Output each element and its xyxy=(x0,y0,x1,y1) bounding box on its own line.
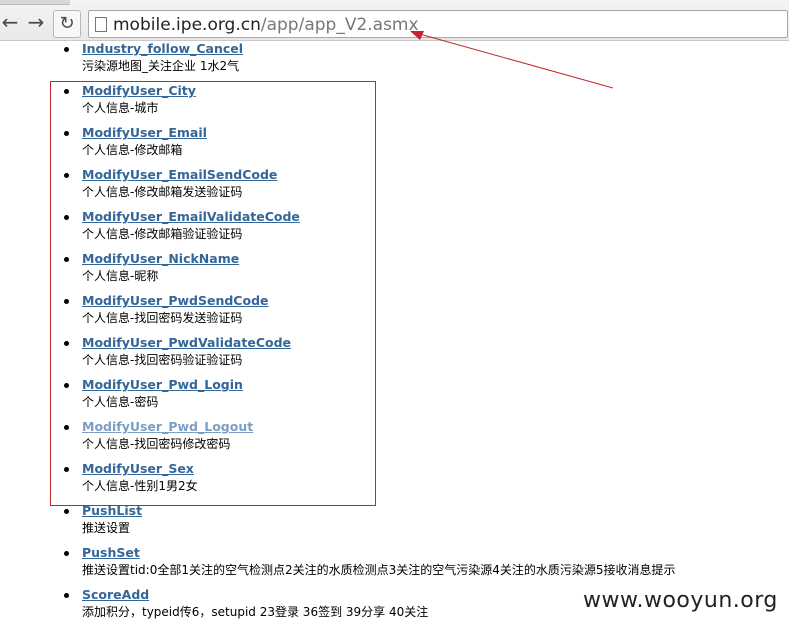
method-description: 推送设置 xyxy=(82,521,131,535)
method-list: Industry_follow_Cancel 污染源地图_关注企业 1水2气 M… xyxy=(0,41,789,629)
method-description: 污染源地图_关注企业 1水2气 xyxy=(82,59,240,73)
tab-strip[interactable] xyxy=(0,0,70,5)
method-link[interactable]: PushSet xyxy=(82,545,140,560)
bullet-icon xyxy=(64,551,69,556)
watermark: www.wooyun.org xyxy=(583,588,778,613)
forward-arrow-icon[interactable]: → xyxy=(26,12,46,32)
reload-icon[interactable]: ↻ xyxy=(53,10,81,38)
method-link[interactable]: ScoreAdd xyxy=(82,587,149,602)
url-host: mobile.ipe.org.cn xyxy=(113,15,261,35)
address-bar[interactable]: mobile.ipe.org.cn/app/app_V2.asmx xyxy=(88,10,788,38)
annotation-highlight-box xyxy=(50,81,376,506)
page-icon xyxy=(95,17,107,32)
back-arrow-icon[interactable]: ← xyxy=(0,12,20,32)
bullet-icon xyxy=(64,593,69,598)
method-description: 推送设置tid:0全部1关注的空气检测点2关注的水质检测点3关注的空气污染源4关… xyxy=(82,563,676,577)
method-description: 添加积分，typeid传6，setupid 23登录 36签到 39分享 40关… xyxy=(82,605,429,619)
url-path: /app/app_V2.asmx xyxy=(260,15,419,35)
browser-toolbar: ← → ↻ mobile.ipe.org.cn/app/app_V2.asmx xyxy=(0,0,789,41)
method-link[interactable]: Industry_follow_Cancel xyxy=(82,41,243,56)
url-text[interactable]: mobile.ipe.org.cn/app/app_V2.asmx xyxy=(113,14,419,36)
bullet-icon xyxy=(64,509,69,514)
bullet-icon xyxy=(64,47,69,52)
